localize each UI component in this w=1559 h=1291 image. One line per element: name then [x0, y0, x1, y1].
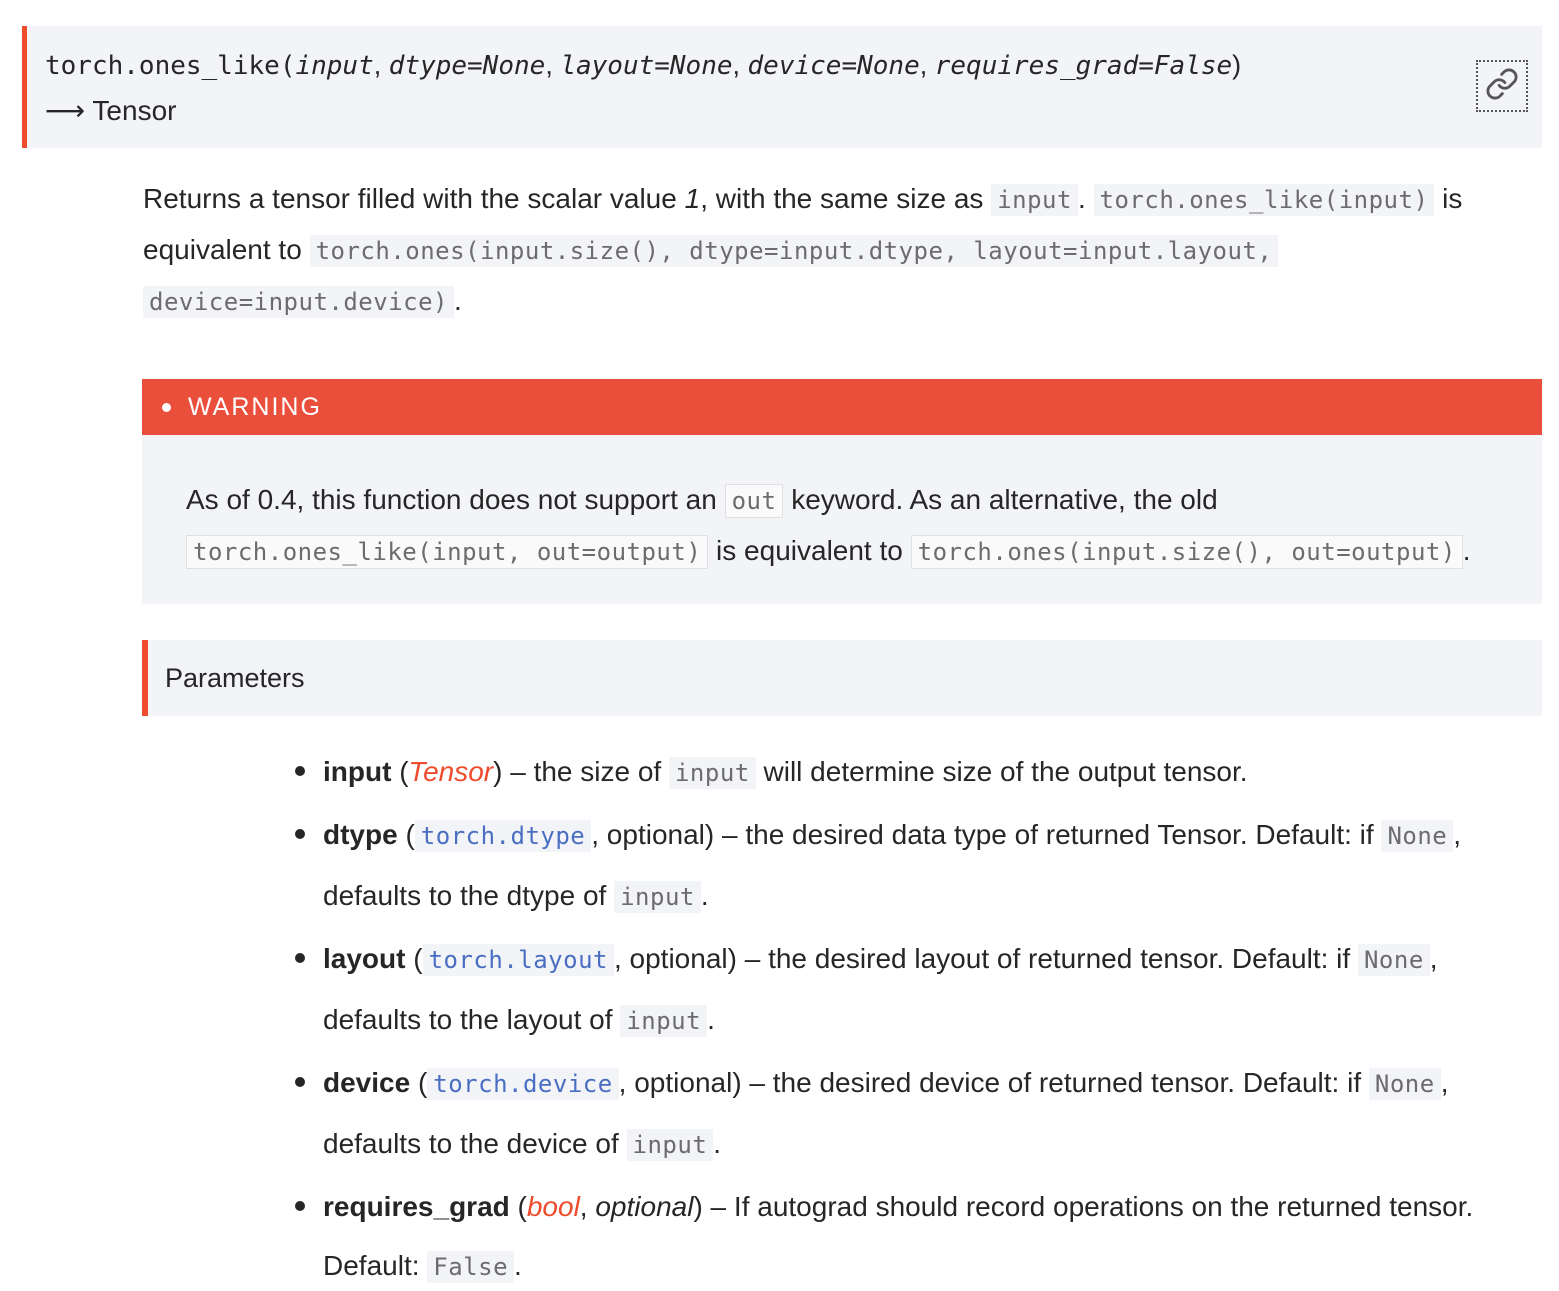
close-paren: ): [1232, 50, 1242, 80]
inline-code: input: [614, 881, 701, 913]
param-desc: .: [700, 880, 709, 911]
param-requires-grad-sig: requires_grad=False: [934, 51, 1233, 81]
param-optional: , optional: [591, 819, 705, 850]
scalar-value: 1: [684, 183, 701, 214]
inline-code: torch.ones_like(input): [1093, 184, 1435, 216]
desc-text: , with the same size as: [700, 183, 992, 214]
inline-code: None: [1368, 1068, 1441, 1100]
desc-text: .: [1077, 183, 1094, 214]
warning-body: As of 0.4, this function does not suppor…: [142, 435, 1542, 577]
param-item-device: device (torch.device, optional) – the de…: [293, 1053, 1533, 1175]
param-desc: ) – the desired layout of returned tenso…: [727, 943, 1358, 974]
param-type-link[interactable]: Tensor: [409, 756, 494, 787]
warning-text: .: [1462, 535, 1471, 566]
param-name: device: [323, 1067, 411, 1098]
param-name: requires_grad: [323, 1191, 510, 1222]
param-type-link[interactable]: torch.layout: [422, 944, 614, 976]
parameters-heading: Parameters: [142, 640, 1542, 716]
param-desc: .: [707, 1004, 715, 1035]
warning-title: WARNING: [188, 392, 322, 421]
param-item-layout: layout (torch.layout, optional) – the de…: [293, 929, 1533, 1051]
link-icon: [1485, 67, 1519, 106]
open-paren: (: [279, 51, 296, 81]
param-optional: , optional: [618, 1067, 733, 1098]
inline-code: input: [626, 1129, 714, 1161]
inline-code: None: [1357, 944, 1430, 976]
function-name: torch.ones_like: [45, 51, 280, 81]
param-optional: optional: [595, 1191, 694, 1222]
inline-code: torch.ones_like(input, out=output): [186, 535, 709, 569]
inline-code: input: [620, 1005, 708, 1037]
param-device-sig: device=None: [747, 51, 920, 81]
param-type-link[interactable]: bool: [527, 1191, 580, 1222]
param-name: layout: [323, 943, 406, 974]
param-layout-sig: layout=None: [560, 51, 733, 81]
parameters-heading-text: Parameters: [165, 662, 305, 693]
warning-admonition: WARNING As of 0.4, this function does no…: [142, 379, 1542, 604]
inline-code: out: [724, 484, 784, 518]
function-signature: torch.ones_like(input, dtype=None, layou…: [22, 26, 1542, 148]
param-name: input: [323, 756, 392, 787]
desc-text: Returns a tensor filled with the scalar …: [143, 183, 685, 214]
param-item-dtype: dtype (torch.dtype, optional) – the desi…: [293, 805, 1533, 927]
permalink-button[interactable]: [1476, 60, 1528, 112]
warning-text: is equivalent to: [708, 535, 911, 566]
param-desc: .: [514, 1250, 522, 1281]
inline-code: False: [427, 1251, 515, 1283]
inline-code: None: [1381, 820, 1454, 852]
warning-text: keyword. As an alternative, the old: [783, 484, 1218, 515]
param-desc: will determine size of the output tensor…: [755, 756, 1248, 787]
parameters-list: input (Tensor) – the size of input will …: [293, 742, 1533, 1291]
inline-code: torch.ones(input.size(), dtype=input.dty…: [309, 235, 1279, 267]
param-type-link[interactable]: torch.device: [427, 1068, 619, 1100]
desc-text: .: [453, 285, 462, 316]
inline-code: torch.ones(input.size(), out=output): [910, 535, 1463, 569]
param-desc: ) – the desired data type of returned Te…: [704, 819, 1382, 850]
return-type-line: ⟶ Tensor: [45, 95, 1542, 127]
param-item-requires-grad: requires_grad (bool, optional) – If auto…: [293, 1177, 1533, 1291]
inline-code: input: [668, 757, 756, 789]
param-item-input: input (Tensor) – the size of input will …: [293, 742, 1533, 803]
param-desc: .: [713, 1128, 722, 1159]
warning-title-bar: WARNING: [142, 379, 1542, 435]
inline-code: input: [991, 184, 1078, 216]
function-description: Returns a tensor filled with the scalar …: [143, 174, 1523, 327]
inline-code: device=input.device): [143, 286, 454, 318]
param-desc: ) – the desired device of returned tenso…: [732, 1067, 1369, 1098]
return-type: Tensor: [92, 95, 177, 126]
param-optional: , optional: [613, 943, 728, 974]
signature-line: torch.ones_like(input, dtype=None, layou…: [45, 50, 1242, 81]
param-name: dtype: [323, 819, 398, 850]
warning-text: As of 0.4, this function does not suppor…: [186, 484, 725, 515]
param-desc: – the size of: [502, 756, 669, 787]
param-input-sig: input: [295, 51, 374, 81]
bullet-icon: [162, 402, 171, 412]
param-type-link[interactable]: torch.dtype: [414, 820, 592, 852]
param-dtype-sig: dtype=None: [388, 51, 546, 81]
return-arrow: ⟶: [45, 95, 86, 126]
